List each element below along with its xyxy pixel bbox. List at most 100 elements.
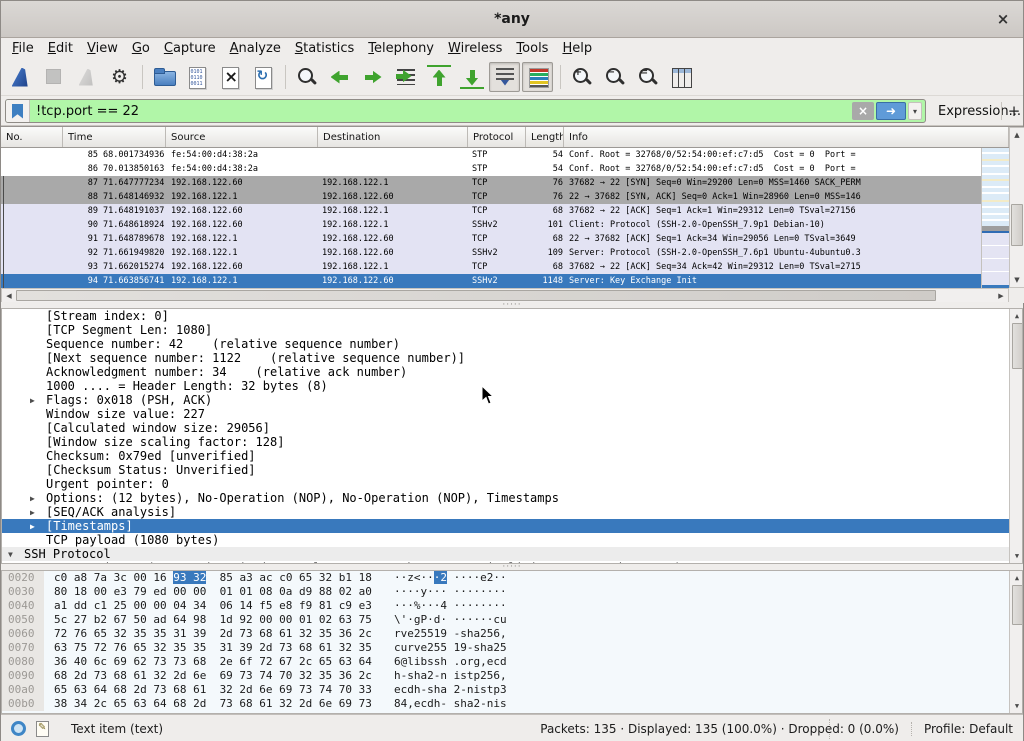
packet-row-92[interactable]: 9271.661949820192.168.122.1192.168.122.6…	[1, 246, 981, 260]
detail-line-14[interactable]: ▶[SEQ/ACK analysis]	[2, 505, 1022, 519]
scroll-down-arrow-icon[interactable]: ▼	[1011, 550, 1023, 562]
detail-line-9[interactable]: [Window size scaling factor: 128]	[2, 435, 1022, 449]
packet-row-93[interactable]: 9371.662015274192.168.122.60192.168.122.…	[1, 260, 981, 274]
packet-list-scroll-thumb[interactable]	[1011, 204, 1023, 246]
detail-line-3[interactable]: [Next sequence number: 1122 (relative se…	[2, 351, 1022, 365]
packet-row-86[interactable]: 8670.013850163fe:54:00:d4:38:2aSTP54Conf…	[1, 162, 981, 176]
hex-row-0030[interactable]: 003080 18 00 e3 79 ed 00 00 01 01 08 0a …	[2, 585, 1022, 599]
file-open-button[interactable]	[148, 62, 179, 92]
column-header-protocol[interactable]: Protocol	[468, 127, 526, 147]
filter-dropdown-button[interactable]: ▾	[908, 102, 922, 120]
hex-row-0040[interactable]: 0040a1 dd c1 25 00 00 04 34 06 14 f5 e8 …	[2, 599, 1022, 613]
column-header-destination[interactable]: Destination	[318, 127, 468, 147]
go-to-packet-button[interactable]	[390, 62, 421, 92]
column-header-no[interactable]: No.	[1, 127, 63, 147]
title-bar[interactable]: *any ×	[1, 1, 1023, 38]
menu-item-telephony[interactable]: Telephony	[361, 39, 441, 58]
hex-row-0090[interactable]: 009068 2d 73 68 61 32 2d 6e 69 73 74 70 …	[2, 669, 1022, 683]
intelligent-scrollbar-minimap[interactable]	[981, 148, 1009, 288]
detail-line-10[interactable]: Checksum: 0x79ed [unverified]	[2, 449, 1022, 463]
file-reload-button[interactable]	[247, 62, 278, 92]
detail-line-11[interactable]: [Checksum Status: Unverified]	[2, 463, 1022, 477]
hex-vertical-scrollbar[interactable]: ▲ ▼	[1009, 571, 1023, 713]
zoom-out-button[interactable]: −	[599, 62, 630, 92]
packet-list-hscroll-thumb[interactable]	[16, 290, 936, 301]
scroll-up-arrow-icon[interactable]: ▲	[1011, 129, 1023, 141]
menu-item-go[interactable]: Go	[125, 39, 157, 58]
packet-row-85[interactable]: 8568.001734936fe:54:00:d4:38:2aSTP54Conf…	[1, 148, 981, 162]
expert-info-icon[interactable]	[11, 721, 26, 736]
detail-line-2[interactable]: Sequence number: 42 (relative sequence n…	[2, 337, 1022, 351]
menu-item-edit[interactable]: Edit	[41, 39, 80, 58]
menu-item-tools[interactable]: Tools	[509, 39, 555, 58]
hex-row-0020[interactable]: 0020c0 a8 7a 3c 00 16 93 32 85 a3 ac c0 …	[2, 571, 1022, 585]
auto-scroll-button[interactable]	[489, 62, 520, 92]
go-first-button[interactable]	[423, 62, 454, 92]
go-last-button[interactable]	[456, 62, 487, 92]
filter-bookmark-button[interactable]	[6, 100, 30, 122]
hex-row-00a0[interactable]: 00a065 63 64 68 2d 73 68 61 32 2d 6e 69 …	[2, 683, 1022, 697]
expander-closed-icon[interactable]: ▶	[30, 506, 35, 520]
packet-row-94[interactable]: 9471.663856741192.168.122.1192.168.122.6…	[1, 274, 981, 288]
packet-row-88[interactable]: 8871.648146932192.168.122.1192.168.122.6…	[1, 190, 981, 204]
zoom-in-button[interactable]: +	[566, 62, 597, 92]
packet-row-90[interactable]: 9071.648618924192.168.122.60192.168.122.…	[1, 218, 981, 232]
file-close-button[interactable]	[214, 62, 245, 92]
packet-list-header[interactable]: No.TimeSourceDestinationProtocolLengthIn…	[1, 127, 1009, 148]
packet-details-pane[interactable]: [Stream index: 0][TCP Segment Len: 1080]…	[1, 308, 1023, 564]
resize-columns-button[interactable]	[665, 62, 696, 92]
menu-item-wireless[interactable]: Wireless	[441, 39, 509, 58]
column-header-length[interactable]: Length	[526, 127, 564, 147]
zoom-original-button[interactable]: =	[632, 62, 663, 92]
go-back-button[interactable]	[324, 62, 355, 92]
display-filter-input[interactable]: !tcp.port == 22 × ➜ ▾	[5, 99, 926, 123]
details-vertical-scrollbar[interactable]: ▲ ▼	[1009, 309, 1023, 563]
scroll-up-arrow-icon[interactable]: ▲	[1011, 310, 1023, 322]
expander-closed-icon[interactable]: ▶	[30, 520, 35, 534]
add-filter-button[interactable]: +	[1005, 99, 1023, 123]
detail-line-15[interactable]: ▶[Timestamps]	[2, 519, 1022, 533]
expander-closed-icon[interactable]: ▶	[30, 492, 35, 506]
detail-line-7[interactable]: Window size value: 227	[2, 407, 1022, 421]
hex-row-0080[interactable]: 008036 40 6c 69 62 73 73 68 2e 6f 72 67 …	[2, 655, 1022, 669]
packet-row-91[interactable]: 9171.648789678192.168.122.1192.168.122.6…	[1, 232, 981, 246]
capture-options-button[interactable]	[104, 62, 135, 92]
file-save-button[interactable]	[181, 62, 212, 92]
menu-item-file[interactable]: File	[5, 39, 41, 58]
capture-start-button[interactable]	[5, 62, 36, 92]
menu-item-analyze[interactable]: Analyze	[223, 39, 288, 58]
hex-scroll-thumb[interactable]	[1012, 585, 1023, 625]
packet-row-89[interactable]: 8971.648191037192.168.122.60192.168.122.…	[1, 204, 981, 218]
scroll-right-arrow-icon[interactable]: ▶	[995, 290, 1007, 302]
expander-closed-icon[interactable]: ▶	[30, 394, 35, 408]
detail-line-12[interactable]: Urgent pointer: 0	[2, 477, 1022, 491]
column-header-time[interactable]: Time	[63, 127, 166, 147]
hex-row-0060[interactable]: 006072 76 65 32 35 35 31 39 2d 73 68 61 …	[2, 627, 1022, 641]
go-forward-button[interactable]	[357, 62, 388, 92]
menu-item-statistics[interactable]: Statistics	[288, 39, 361, 58]
scroll-down-arrow-icon[interactable]: ▼	[1011, 700, 1023, 712]
filter-text[interactable]: !tcp.port == 22	[30, 104, 852, 119]
capture-comment-icon[interactable]	[36, 721, 49, 737]
filter-clear-button[interactable]: ×	[852, 102, 874, 120]
detail-line-16[interactable]: TCP payload (1080 bytes)	[2, 533, 1022, 547]
menu-item-view[interactable]: View	[80, 39, 125, 58]
hex-row-0070[interactable]: 007063 75 72 76 65 32 35 35 31 39 2d 73 …	[2, 641, 1022, 655]
close-button[interactable]: ×	[993, 9, 1013, 29]
filter-apply-button[interactable]: ➜	[876, 102, 906, 120]
hex-row-00b0[interactable]: 00b038 34 2c 65 63 64 68 2d 73 68 61 32 …	[2, 697, 1022, 711]
detail-line-6[interactable]: ▶Flags: 0x018 (PSH, ACK)	[2, 393, 1022, 407]
hex-row-0050[interactable]: 00505c 27 b2 67 50 ad 64 98 1d 92 00 00 …	[2, 613, 1022, 627]
packet-list-vertical-scrollbar[interactable]: ▲ ▼	[1009, 127, 1024, 288]
scroll-up-arrow-icon[interactable]: ▲	[1011, 572, 1023, 584]
detail-line-17[interactable]: ▼SSH Protocol	[2, 547, 1022, 561]
detail-line-8[interactable]: [Calculated window size: 29056]	[2, 421, 1022, 435]
find-packet-button[interactable]	[291, 62, 322, 92]
scroll-left-arrow-icon[interactable]: ◀	[3, 290, 15, 302]
detail-line-4[interactable]: Acknowledgment number: 34 (relative ack …	[2, 365, 1022, 379]
details-scroll-thumb[interactable]	[1012, 323, 1023, 369]
column-header-source[interactable]: Source	[166, 127, 318, 147]
menu-item-capture[interactable]: Capture	[157, 39, 223, 58]
detail-line-0[interactable]: [Stream index: 0]	[2, 309, 1022, 323]
detail-line-5[interactable]: 1000 .... = Header Length: 32 bytes (8)	[2, 379, 1022, 393]
